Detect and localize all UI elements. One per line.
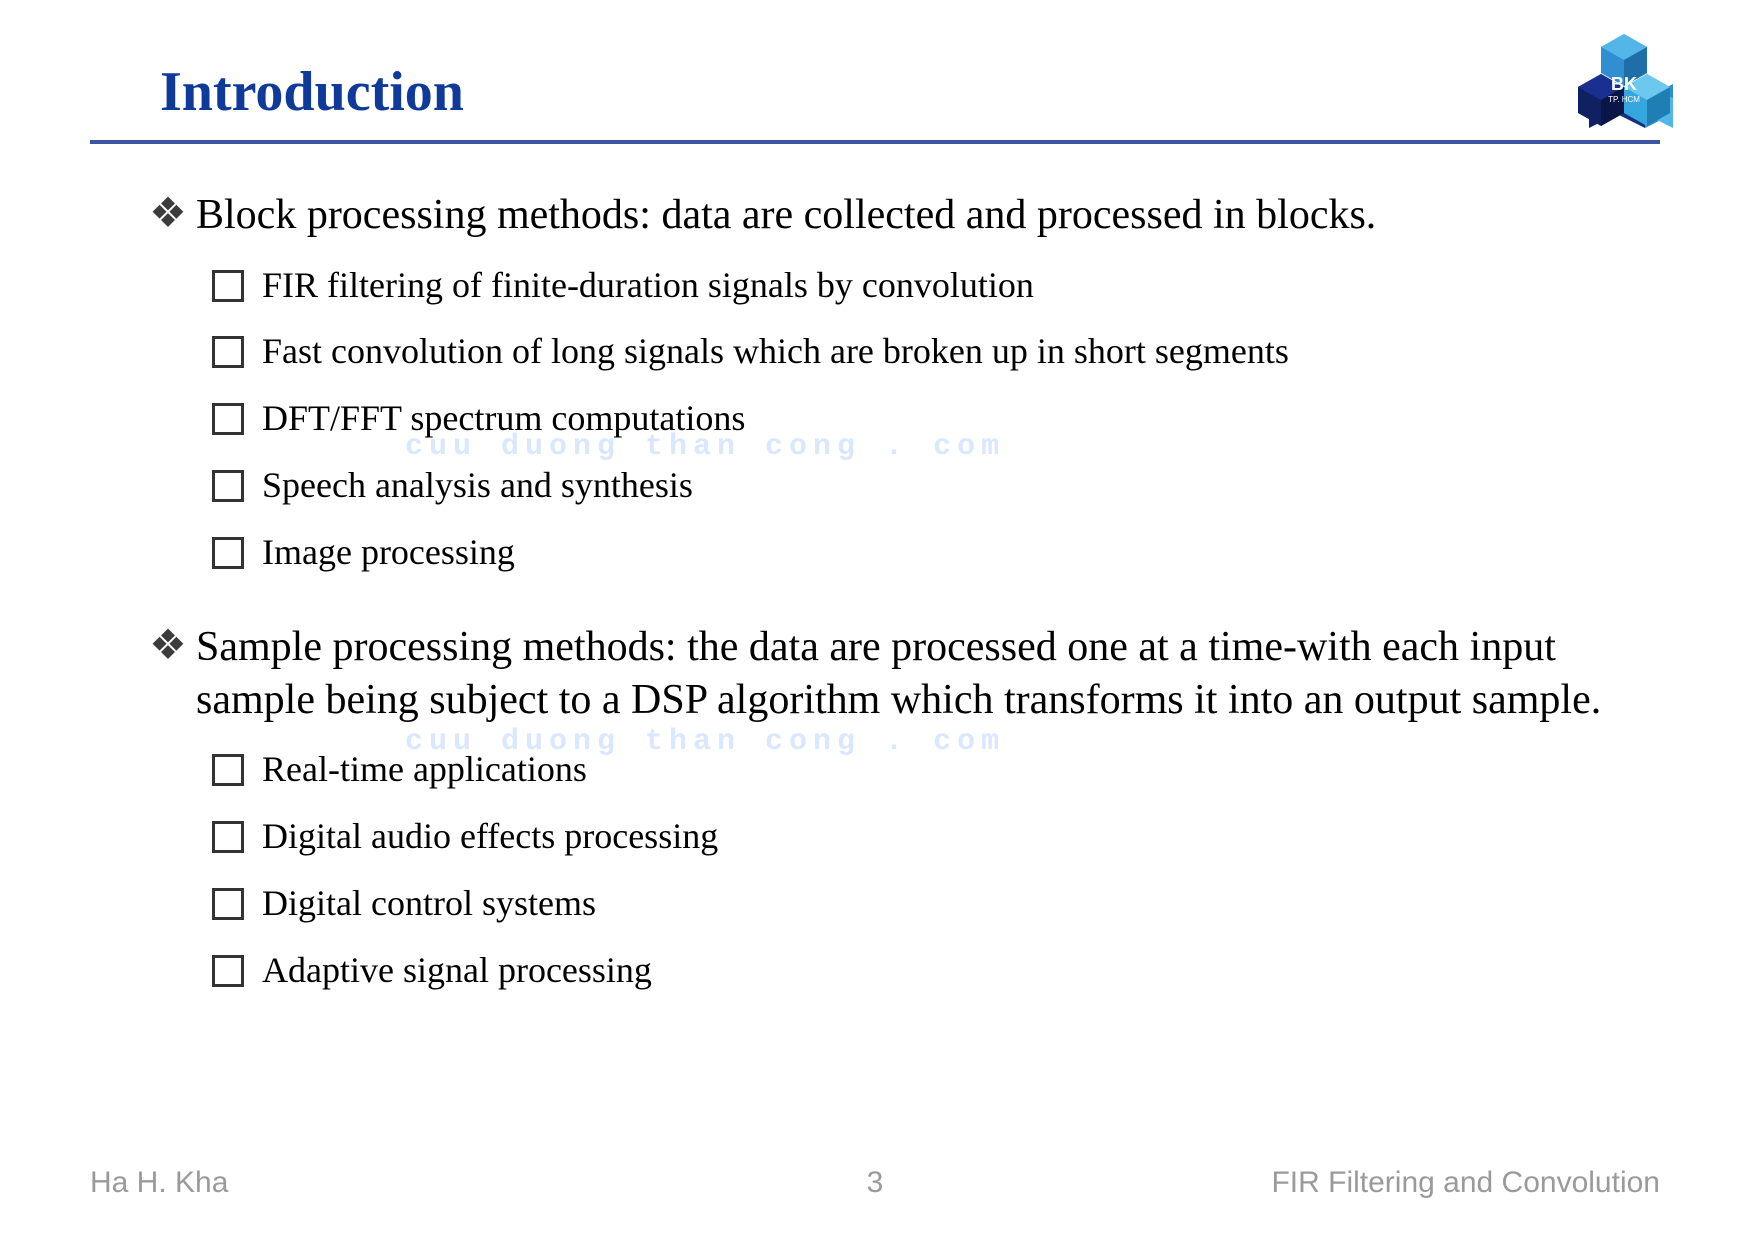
square-bullet-icon <box>212 403 244 435</box>
list-item: Adaptive signal processing <box>212 947 1630 994</box>
square-bullet-icon <box>212 955 244 987</box>
sub-text: Image processing <box>262 529 515 576</box>
sub-text: Speech analysis and synthesis <box>262 462 693 509</box>
square-bullet-icon <box>212 270 244 302</box>
square-bullet-icon <box>212 537 244 569</box>
sub-text: Fast convolution of long signals which a… <box>262 328 1289 375</box>
list-item: Digital control systems <box>212 880 1630 927</box>
four-diamond-icon: ❖ <box>140 189 196 237</box>
content-region: ❖ Block processing methods: data are col… <box>140 175 1630 994</box>
bullet-item: ❖ Sample processing methods: the data ar… <box>140 621 1630 726</box>
square-bullet-icon <box>212 754 244 786</box>
bullet-text: Block processing methods: data are colle… <box>196 189 1376 242</box>
bullet-item: ❖ Block processing methods: data are col… <box>140 189 1630 242</box>
square-bullet-icon <box>212 888 244 920</box>
watermark-text: cuu duong than cong . com <box>405 430 1005 464</box>
watermark-text: cuu duong than cong . com <box>405 725 1005 759</box>
page-title: Introduction <box>160 60 464 124</box>
footer-page-number: 3 <box>867 1166 884 1200</box>
sub-text: Digital audio effects processing <box>262 813 718 860</box>
list-item: Image processing <box>212 529 1630 576</box>
list-item: Fast convolution of long signals which a… <box>212 328 1630 375</box>
square-bullet-icon <box>212 336 244 368</box>
sub-list: FIR filtering of finite-duration signals… <box>212 262 1630 576</box>
sub-list: Real-time applications Digital audio eff… <box>212 746 1630 993</box>
slide: Introduction <box>0 0 1754 1240</box>
square-bullet-icon <box>212 821 244 853</box>
sub-text: Adaptive signal processing <box>262 947 652 994</box>
bk-logo: BK TP. HCM <box>1559 30 1689 140</box>
logo-text-bottom: TP. HCM <box>1608 95 1640 104</box>
bullet-text: Sample processing methods: the data are … <box>196 621 1630 726</box>
sub-text: Digital control systems <box>262 880 596 927</box>
title-underline <box>90 140 1660 144</box>
footer-author: Ha H. Kha <box>90 1166 228 1200</box>
list-item: Speech analysis and synthesis <box>212 462 1630 509</box>
square-bullet-icon <box>212 470 244 502</box>
list-item: Digital audio effects processing <box>212 813 1630 860</box>
list-item: FIR filtering of finite-duration signals… <box>212 262 1630 309</box>
logo-text-top: BK <box>1611 74 1637 94</box>
footer-topic: FIR Filtering and Convolution <box>1271 1166 1660 1200</box>
footer: Ha H. Kha 3 FIR Filtering and Convolutio… <box>90 1166 1660 1200</box>
four-diamond-icon: ❖ <box>140 621 196 669</box>
sub-text: FIR filtering of finite-duration signals… <box>262 262 1034 309</box>
